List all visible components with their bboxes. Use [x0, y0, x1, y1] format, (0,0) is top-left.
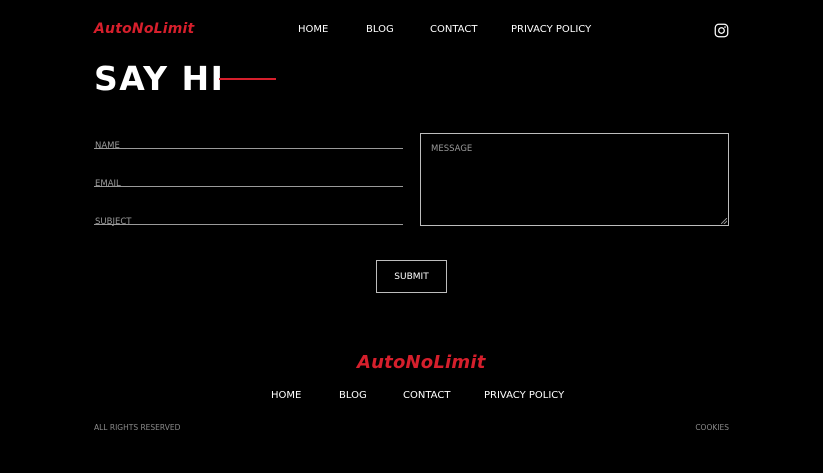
submit-button[interactable]: SUBMIT [376, 260, 447, 293]
name-field [94, 133, 403, 154]
title-accent-line [219, 78, 276, 80]
footer-nav-blog-link[interactable]: BLOG [339, 390, 367, 401]
name-input[interactable] [94, 138, 403, 154]
message-field [420, 133, 729, 226]
email-input[interactable] [94, 176, 403, 192]
instagram-icon[interactable] [714, 23, 729, 38]
cookies-link[interactable]: COOKIES [695, 423, 729, 432]
footer-logo[interactable]: AutoNoLimit [357, 352, 486, 373]
nav-blog-link[interactable]: BLOG [366, 24, 394, 35]
header-logo[interactable]: AutoNoLimit [94, 21, 194, 37]
email-field [94, 171, 403, 192]
nav-privacy-policy-link[interactable]: PRIVACY POLICY [511, 24, 591, 35]
message-textarea[interactable] [421, 134, 728, 225]
nav-contact-link[interactable]: CONTACT [430, 24, 477, 35]
footer-nav-contact-link[interactable]: CONTACT [403, 390, 450, 401]
footer-nav-home-link[interactable]: HOME [271, 390, 301, 401]
subject-field [94, 209, 403, 230]
resize-handle-icon[interactable] [721, 218, 727, 224]
page-title: SAY HI [94, 59, 225, 98]
subject-input[interactable] [94, 214, 403, 230]
rights-text: ALL RIGHTS RESERVED [94, 423, 181, 432]
footer-nav-privacy-policy-link[interactable]: PRIVACY POLICY [484, 390, 564, 401]
nav-home-link[interactable]: HOME [298, 24, 328, 35]
